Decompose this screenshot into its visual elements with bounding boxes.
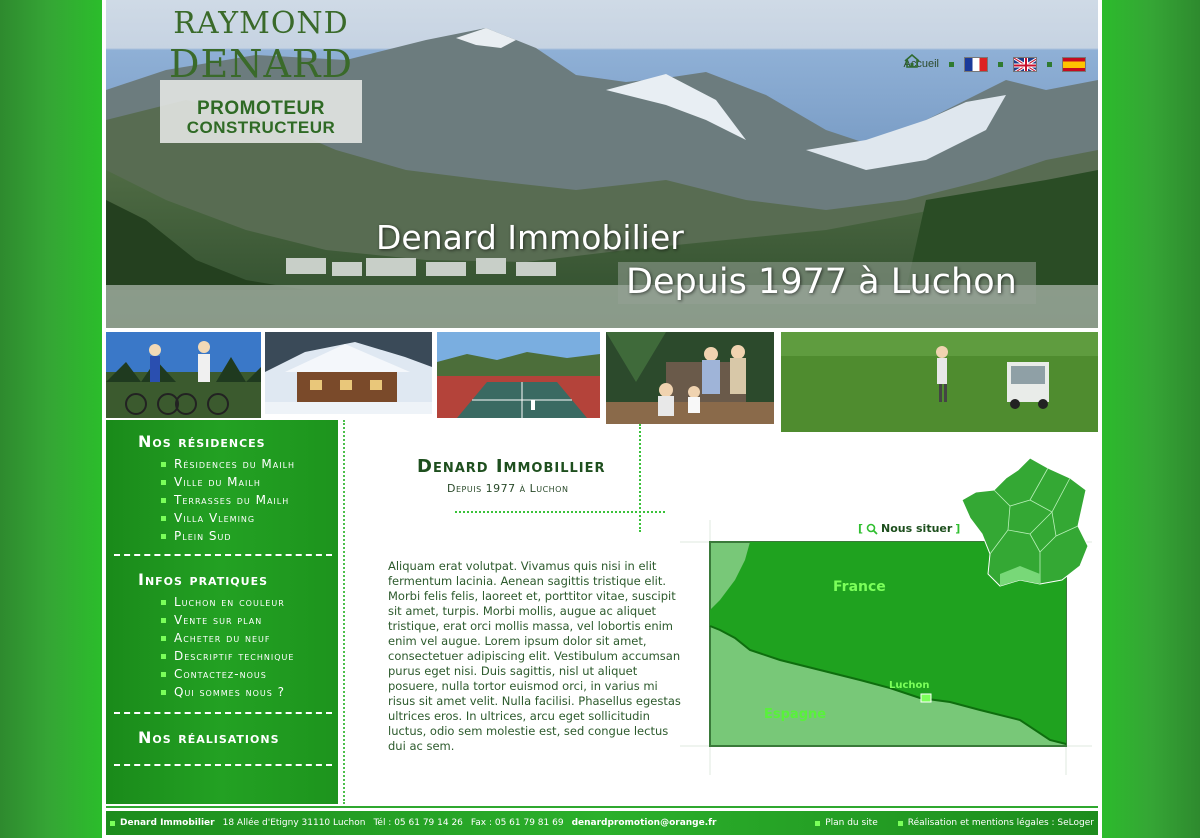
home-link[interactable]: Accueil [904, 54, 939, 70]
nav-item-villa-vleming[interactable]: Villa Vleming [106, 509, 338, 527]
header-banner: RAYMOND DENARD PROMOTEUR CONSTRUCTEUR Ac… [106, 0, 1098, 328]
nav-item-qui-sommes-nous[interactable]: Qui sommes nous ? [106, 683, 338, 701]
nav-item-terrasses-du-mailh[interactable]: Terrasses du Mailh [106, 491, 338, 509]
nav-item-contactez-nous[interactable]: Contactez-nous [106, 665, 338, 683]
footer-bar: Denard Immobilier 18 Allée d'Etigny 3111… [106, 811, 1098, 835]
map-label-luchon: Luchon [889, 680, 930, 691]
nav-item-vente-sur-plan[interactable]: Vente sur plan [106, 611, 338, 629]
nav-separator [1047, 61, 1052, 67]
sidebar-dotted-border [343, 420, 345, 804]
sidebar-navigation: Nos résidences Résidences du Mailh Ville… [106, 420, 338, 804]
chalet-photo [265, 332, 432, 414]
residences-list: Résidences du Mailh Ville du Mailh Terra… [106, 455, 338, 545]
tennis-photo [437, 332, 600, 418]
credits-link[interactable]: Réalisation et mentions légales : SeLoge… [908, 818, 1094, 828]
banner-subtitle: Depuis 1977 à Luchon [626, 262, 1017, 302]
bullet-icon [897, 820, 903, 826]
page-subtitle: Depuis 1977 à Luchon [447, 482, 569, 495]
intro-paragraph: Aliquam erat volutpat. Vivamus quis nisi… [388, 559, 681, 753]
nav-item-residences-du-mailh[interactable]: Résidences du Mailh [106, 455, 338, 473]
home-icon [904, 54, 920, 68]
nav-item-plein-sud[interactable]: Plein Sud [106, 527, 338, 545]
nav-item-ville-du-mailh[interactable]: Ville du Mailh [106, 473, 338, 491]
nav-item-acheter-du-neuf[interactable]: Acheter du neuf [106, 629, 338, 647]
page-title: Denard Immobillier [417, 456, 606, 477]
flag-uk-icon[interactable] [1013, 56, 1037, 72]
flag-fr-icon[interactable] [964, 56, 988, 72]
banner-title: Denard Immobilier [376, 218, 684, 257]
sidebar-divider [114, 554, 332, 556]
bracket-close: ] [955, 522, 961, 535]
nav-section-residences: Nos résidences Résidences du Mailh Ville… [106, 432, 338, 545]
nav-separator [998, 61, 1003, 67]
decorative-dotted-line [639, 424, 641, 532]
nav-separator [949, 61, 954, 67]
infos-list: Luchon en couleur Vente sur plan Acheter… [106, 593, 338, 701]
map-label-espagne: Espagne [764, 707, 827, 722]
footer-company: Denard Immobilier [120, 818, 215, 828]
france-map-icon [961, 457, 1089, 587]
locate-us-label: Nous situer [881, 522, 953, 535]
footer-links: Plan du site Réalisation et mentions lég… [811, 818, 1098, 828]
footer-email-link[interactable]: denardpromotion@orange.fr [572, 818, 717, 828]
footer-rule [106, 806, 1098, 808]
sitemap-link[interactable]: Plan du site [825, 818, 878, 828]
bullet-icon [110, 820, 115, 826]
nav-title-infos-pratiques[interactable]: Infos pratiques [106, 570, 338, 589]
nav-item-descriptif-technique[interactable]: Descriptif technique [106, 647, 338, 665]
golf-photo [781, 332, 1098, 432]
family-photo [606, 332, 774, 424]
cyclists-photo [106, 332, 261, 418]
logo-line-constructeur: CONSTRUCTEUR [186, 118, 336, 137]
magnifier-icon [866, 523, 878, 535]
top-navigation: Accueil [904, 54, 1086, 74]
nav-section-realisations: Nos réalisations [106, 728, 338, 747]
flag-es-icon[interactable] [1062, 56, 1086, 72]
company-logo[interactable]: RAYMOND DENARD PROMOTEUR CONSTRUCTEUR [160, 0, 362, 143]
nav-section-infos: Infos pratiques Luchon en couleur Vente … [106, 570, 338, 701]
sidebar-divider [114, 764, 332, 766]
nav-title-residences[interactable]: Nos résidences [106, 432, 338, 451]
logo-line-raymond: RAYMOND [173, 6, 349, 41]
footer-fax: Fax : 05 61 79 81 69 [470, 818, 564, 828]
map-label-france: France [833, 579, 886, 595]
footer-tel: Tél : 05 61 79 14 26 [373, 818, 463, 828]
union-jack-graphic [1014, 57, 1036, 71]
footer-address: 18 Allée d'Etigny 31110 Luchon [222, 818, 366, 828]
nav-item-luchon-en-couleur[interactable]: Luchon en couleur [106, 593, 338, 611]
nav-title-realisations[interactable]: Nos réalisations [106, 728, 338, 747]
logo-line-denard: DENARD [169, 42, 353, 86]
bracket-open: [ [858, 522, 864, 535]
bullet-icon [815, 820, 821, 826]
decorative-dotted-line [455, 511, 665, 513]
locate-us-link[interactable]: [ Nous situer ] [858, 522, 960, 535]
sidebar-divider [114, 712, 332, 714]
logo-line-promoteur: PROMOTEUR [197, 98, 325, 119]
